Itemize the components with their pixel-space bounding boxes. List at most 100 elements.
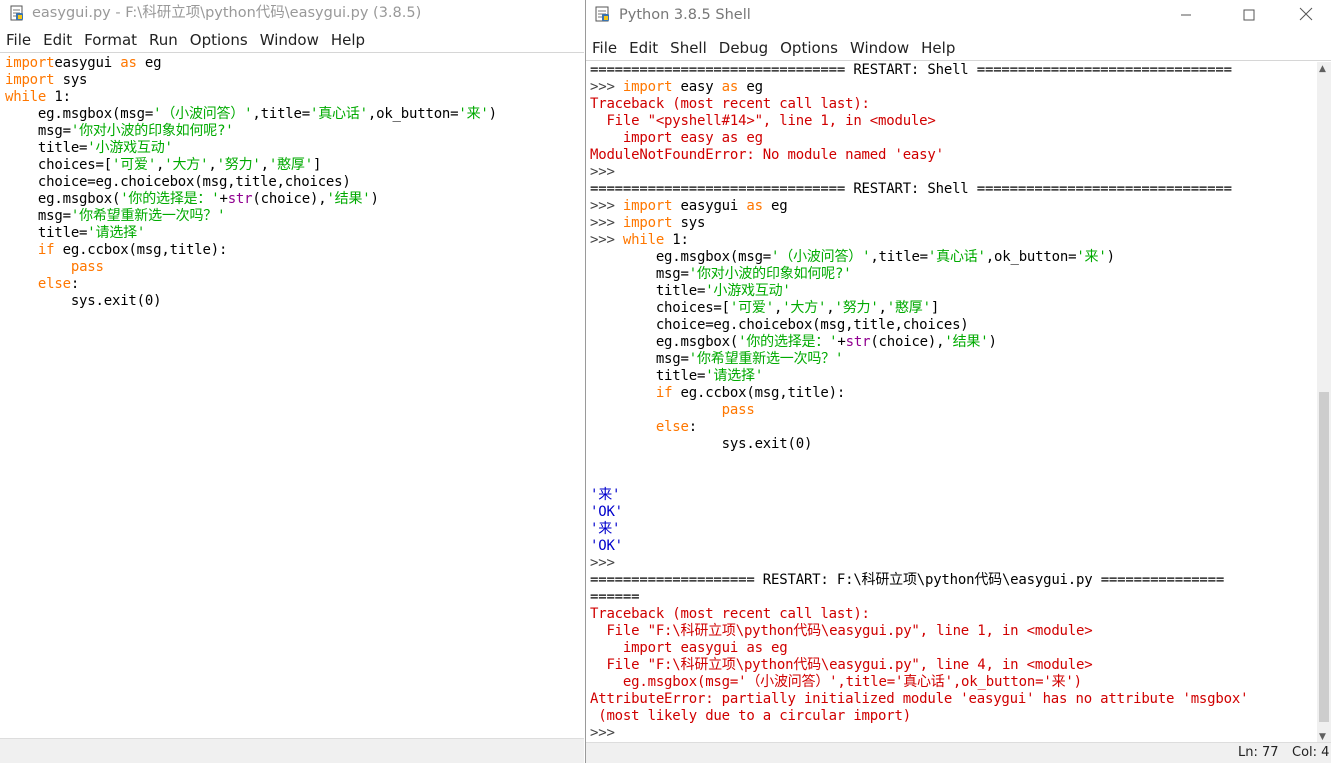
shell_code-line: >>> import easy as eg — [590, 79, 1248, 96]
code-token: else — [37, 276, 71, 292]
editor-menu-run[interactable]: Run — [143, 29, 184, 51]
code-token: '小游戏互动' — [87, 140, 173, 156]
code-token: >>> — [590, 215, 623, 231]
editor-titlebar[interactable]: easygui.py - F:\科研立项\python代码\easygui.py… — [0, 0, 584, 32]
code-token: '努力' — [834, 300, 879, 316]
editor-code-area[interactable]: importeasygui as eg import sys while 1: eg… — [5, 55, 497, 310]
scroll-up-icon[interactable]: ▲ — [1319, 64, 1326, 74]
shell-menu-options[interactable]: Options — [774, 37, 844, 59]
code-token: eg.ccbox(msg,title): — [672, 385, 846, 401]
shell-divider — [586, 60, 1331, 61]
code-token: title= — [5, 140, 88, 156]
shell-menu-file[interactable]: File — [586, 37, 623, 59]
code-token: ModuleNotFoundError: No module named 'ea… — [590, 147, 944, 163]
editor_code-line: eg.msgbox(msg='（小波问答）',title='真心话',ok_bu… — [5, 106, 497, 123]
scrollbar-thumb[interactable] — [1319, 392, 1329, 722]
shell_code-line: ====== — [590, 589, 1248, 606]
code-token: title= — [590, 368, 706, 384]
code-token: msg= — [590, 351, 689, 367]
code-token: ] — [312, 157, 322, 173]
shell-vertical-scrollbar[interactable]: ▲ ▼ — [1317, 62, 1331, 742]
editor-horizontal-scrollbar[interactable] — [0, 738, 584, 763]
editor-menu-format[interactable]: Format — [78, 29, 143, 51]
shell-menu-window[interactable]: Window — [844, 37, 915, 59]
shell_code-line: =============================== RESTART:… — [590, 181, 1248, 198]
scroll-down-icon[interactable]: ▼ — [1319, 732, 1326, 742]
shell_code-line: title='小游戏互动' — [590, 283, 1248, 300]
code-token: eg.msgbox( — [590, 334, 739, 350]
shell-menu-debug[interactable]: Debug — [713, 37, 774, 59]
editor-menu-help[interactable]: Help — [325, 29, 371, 51]
shell_code-line: >>> while 1: — [590, 232, 1248, 249]
editor_code-line: importeasygui as eg — [5, 55, 497, 72]
line-indicator: Ln: 77 — [1238, 745, 1279, 760]
code-token: ] — [930, 300, 940, 316]
code-token: >>> — [590, 198, 623, 214]
shell-output-area[interactable]: =============================== RESTART:… — [590, 62, 1249, 742]
shell_code-line: 'OK' — [590, 504, 1248, 521]
code-token: : — [688, 419, 697, 435]
shell_code-line: choice=eg.choicebox(msg,title,choices) — [590, 317, 1248, 334]
code-token: import — [5, 55, 55, 71]
shell_code-line — [590, 470, 1248, 487]
code-token: , — [878, 300, 887, 316]
code-token: '憨厚' — [268, 157, 313, 173]
editor-menu-options[interactable]: Options — [184, 29, 254, 51]
shell_code-line: eg.msgbox(msg='（小波问答）',title='真心话',ok_bu… — [590, 249, 1248, 266]
python-file-icon — [10, 5, 23, 21]
code-token: File "F:\科研立项\python代码\easygui.py", line… — [590, 623, 1093, 639]
shell_code-line: msg='你希望重新选一次吗？' — [590, 351, 1248, 368]
code-token: + — [219, 191, 228, 207]
code-token: ) — [1106, 249, 1115, 265]
shell-menu-help[interactable]: Help — [915, 37, 961, 59]
shell_code-line: '来' — [590, 521, 1248, 538]
code-token: title= — [5, 225, 88, 241]
editor_code-line: choices=['可爱','大方','努力','憨厚'] — [5, 157, 497, 174]
editor_code-line: sys.exit(0) — [5, 293, 497, 310]
shell-menu-edit[interactable]: Edit — [623, 37, 664, 59]
code-token: (choice), — [870, 334, 945, 350]
maximize-button[interactable] — [1226, 5, 1272, 29]
code-token: ,title= — [252, 106, 310, 122]
shell-titlebar[interactable]: Python 3.8.5 Shell — [586, 0, 1331, 32]
editor-menu-window[interactable]: Window — [254, 29, 325, 51]
editor-menu-edit[interactable]: Edit — [37, 29, 78, 51]
code-token: =============================== RESTART:… — [590, 181, 1232, 197]
code-token: import easy as eg — [590, 130, 763, 146]
code-token: easy — [672, 79, 722, 95]
code-token: choices=[ — [590, 300, 730, 316]
code-token: + — [837, 334, 846, 350]
code-token: as — [746, 198, 763, 214]
minimize-button[interactable] — [1163, 5, 1209, 29]
code-token: '请选择' — [705, 368, 764, 384]
shell_code-line: File "F:\科研立项\python代码\easygui.py", line… — [590, 623, 1248, 640]
code-token: import — [622, 198, 673, 214]
code-token: import — [5, 72, 55, 88]
shell-statusbar: Ln: 77 Col: 4 — [586, 742, 1331, 763]
code-token: ,ok_button= — [985, 249, 1077, 265]
code-token: ====== — [590, 589, 640, 605]
shell_code-line: (most likely due to a circular import) — [590, 708, 1248, 725]
code-token: ) — [370, 191, 379, 207]
code-token: str — [845, 334, 871, 350]
code-token: else — [655, 419, 689, 435]
editor-menu-file[interactable]: File — [0, 29, 37, 51]
python-shell-icon — [595, 6, 609, 22]
close-button[interactable] — [1283, 5, 1329, 29]
editor_code-line: eg.msgbox('你的选择是：'+str(choice),'结果') — [5, 191, 497, 208]
shell_code-line: import easy as eg — [590, 130, 1248, 147]
code-token: sys — [672, 215, 706, 231]
code-token: '你的选择是：' — [120, 191, 220, 207]
shell_code-line: >>> — [590, 725, 1248, 742]
code-token: eg.msgbox(msg= — [5, 106, 154, 122]
shell_code-line: eg.msgbox('你的选择是：'+str(choice),'结果') — [590, 334, 1248, 351]
shell-window: Python 3.8.5 Shell File Edit Shell Debug Opt… — [585, 0, 1331, 763]
shell-menu-shell[interactable]: Shell — [664, 37, 713, 59]
code-token: if — [655, 385, 673, 401]
code-token: File "<pyshell#14>", line 1, in <module> — [590, 113, 936, 129]
code-token: Traceback (most recent call last): — [590, 606, 870, 622]
